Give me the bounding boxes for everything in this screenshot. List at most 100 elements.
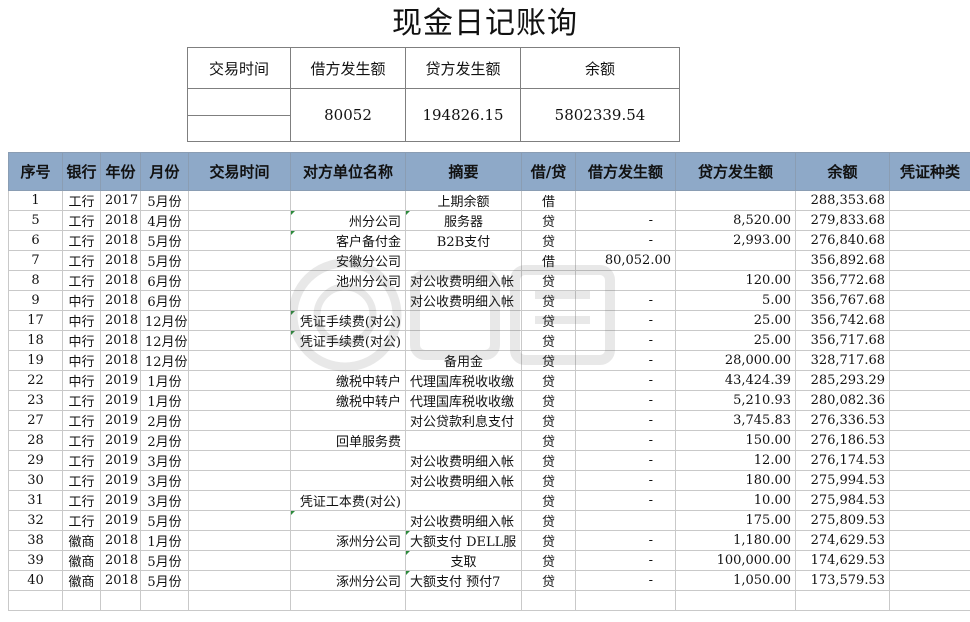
cell-credit[interactable]: 1,050.00 [675, 570, 796, 591]
cell-balance[interactable]: 276,186.53 [795, 430, 890, 451]
cell-debit[interactable] [575, 590, 676, 611]
cell-bank[interactable]: 工行 [62, 390, 101, 411]
cell-month[interactable]: 2月份 [140, 410, 189, 431]
header-voucher-type[interactable]: 凭证种类 [889, 152, 970, 191]
cell-year[interactable]: 2018 [100, 550, 141, 571]
table-row[interactable]: 9 中行 2018 6月份 对公收费明细入帐贷 -5.00 356,767.68 [8, 290, 970, 311]
cell-month[interactable]: 3月份 [140, 490, 189, 511]
cell-credit[interactable] [675, 190, 796, 211]
cell-summary[interactable]: 备用金 [405, 350, 522, 371]
cell-dc[interactable]: 贷 [521, 330, 576, 351]
cell-seq[interactable]: 28 [8, 430, 63, 451]
table-row[interactable]: 18 中行 2018 12月份 凭证手续费(对公) 贷 -25.00 356,717.68 [8, 330, 970, 351]
cell-year[interactable]: 2018 [100, 530, 141, 551]
cell-debit[interactable]: 80,052.00 [575, 250, 676, 271]
cell-summary[interactable] [405, 250, 522, 271]
cell-txn-time[interactable] [188, 430, 291, 451]
cell-balance[interactable]: 274,629.53 [795, 530, 890, 551]
cell-dc[interactable]: 借 [521, 190, 576, 211]
cell-balance[interactable]: 276,336.53 [795, 410, 890, 431]
cell-summary[interactable] [405, 330, 522, 351]
cell-balance[interactable]: 276,174.53 [795, 450, 890, 471]
cell-txn-time[interactable] [188, 230, 291, 251]
header-dc[interactable]: 借/贷 [521, 152, 576, 191]
cell-txn-time[interactable] [188, 290, 291, 311]
cell-balance[interactable] [795, 590, 890, 611]
cell-bank[interactable]: 工行 [62, 270, 101, 291]
cell-year[interactable]: 2017 [100, 190, 141, 211]
cell-voucher-type[interactable] [889, 550, 970, 571]
cell-seq[interactable] [8, 590, 63, 611]
cell-dc[interactable]: 贷 [521, 210, 576, 231]
cell-year[interactable]: 2018 [100, 570, 141, 591]
cell-counterparty[interactable]: 池州分公司 [290, 270, 406, 291]
cell-voucher-type[interactable] [889, 470, 970, 491]
cell-seq[interactable]: 18 [8, 330, 63, 351]
cell-bank[interactable]: 工行 [62, 490, 101, 511]
cell-bank[interactable]: 中行 [62, 330, 101, 351]
cell-debit[interactable]: - [575, 410, 676, 431]
cell-dc[interactable]: 贷 [521, 230, 576, 251]
cell-month[interactable]: 5月份 [140, 510, 189, 531]
cell-voucher-type[interactable] [889, 270, 970, 291]
cell-dc[interactable]: 贷 [521, 430, 576, 451]
cell-balance[interactable]: 275,984.53 [795, 490, 890, 511]
cell-credit[interactable]: 2,993.00 [675, 230, 796, 251]
cell-summary[interactable]: 支取 [405, 550, 522, 571]
cell-bank[interactable]: 工行 [62, 430, 101, 451]
cell-bank[interactable]: 工行 [62, 470, 101, 491]
cell-summary[interactable]: 大额支付 DELL服 [405, 530, 522, 551]
table-row[interactable]: 19 中行 2018 12月份 备用金贷 -28,000.00 328,717.68 [8, 350, 970, 371]
cell-counterparty[interactable]: 客户备付金 [290, 230, 406, 251]
cell-credit[interactable]: 1,180.00 [675, 530, 796, 551]
cell-voucher-type[interactable] [889, 350, 970, 371]
cell-summary[interactable] [405, 310, 522, 331]
cell-seq[interactable]: 27 [8, 410, 63, 431]
cell-balance[interactable]: 173,579.53 [795, 570, 890, 591]
cell-debit[interactable]: - [575, 290, 676, 311]
cell-seq[interactable]: 31 [8, 490, 63, 511]
cell-balance[interactable]: 275,994.53 [795, 470, 890, 491]
cell-seq[interactable]: 40 [8, 570, 63, 591]
cell-debit[interactable]: - [575, 350, 676, 371]
cell-dc[interactable]: 贷 [521, 450, 576, 471]
cell-balance[interactable]: 285,293.29 [795, 370, 890, 391]
cell-year[interactable]: 2019 [100, 510, 141, 531]
header-seq[interactable]: 序号 [8, 152, 63, 191]
cell-voucher-type[interactable] [889, 450, 970, 471]
table-row[interactable]: 22 中行 2019 1月份 缴税中转户 代理国库税收收缴贷 -43,424.39 285,2… [8, 370, 970, 391]
cell-seq[interactable]: 32 [8, 510, 63, 531]
cell-txn-time[interactable] [188, 470, 291, 491]
cell-month[interactable]: 12月份 [140, 330, 189, 351]
cell-counterparty[interactable] [290, 190, 406, 211]
header-summary[interactable]: 摘要 [405, 152, 522, 191]
cell-seq[interactable]: 6 [8, 230, 63, 251]
cell-credit[interactable]: 120.00 [675, 270, 796, 291]
header-counterparty[interactable]: 对方单位名称 [290, 152, 406, 191]
cell-balance[interactable]: 280,082.36 [795, 390, 890, 411]
cell-voucher-type[interactable] [889, 190, 970, 211]
cell-dc[interactable]: 贷 [521, 310, 576, 331]
header-balance[interactable]: 余额 [795, 152, 890, 191]
cell-year[interactable] [100, 590, 141, 611]
cell-debit[interactable]: - [575, 310, 676, 331]
cell-credit[interactable] [675, 590, 796, 611]
cell-summary[interactable]: 对公收费明细入帐 [405, 290, 522, 311]
table-row[interactable]: 40 徽商 2018 5月份 涿州分公司 大额支付 预付7 贷 -1,050.00 173,57… [8, 570, 970, 591]
cell-year[interactable]: 2018 [100, 310, 141, 331]
cell-year[interactable]: 2018 [100, 230, 141, 251]
cell-year[interactable]: 2018 [100, 210, 141, 231]
cell-debit[interactable]: - [575, 550, 676, 571]
cell-debit[interactable]: - [575, 570, 676, 591]
cell-summary[interactable]: 服务器 [405, 210, 522, 231]
cell-dc[interactable]: 贷 [521, 390, 576, 411]
cell-bank[interactable]: 中行 [62, 310, 101, 331]
cell-debit[interactable]: - [575, 450, 676, 471]
cell-summary[interactable]: 代理国库税收收缴 [405, 370, 522, 391]
table-row[interactable] [8, 590, 970, 611]
cell-bank[interactable]: 中行 [62, 370, 101, 391]
cell-balance[interactable]: 328,717.68 [795, 350, 890, 371]
cell-summary[interactable]: 对公收费明细入帐 [405, 450, 522, 471]
cell-dc[interactable]: 借 [521, 250, 576, 271]
cell-month[interactable] [140, 590, 189, 611]
